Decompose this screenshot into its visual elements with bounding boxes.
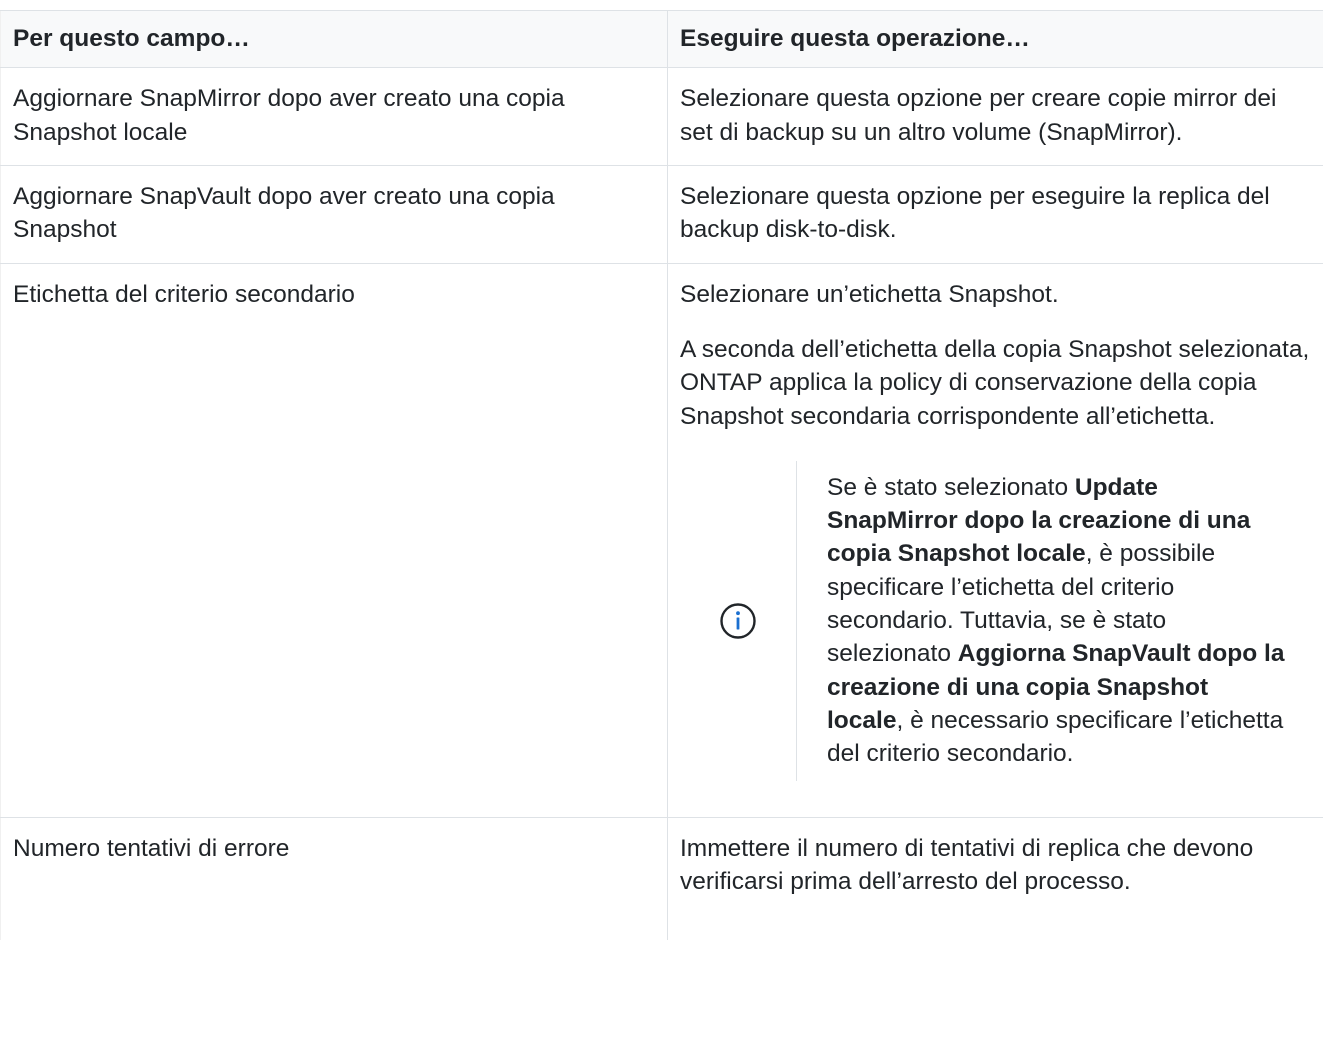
table-row: Etichetta del criterio secondario Selezi… [0, 262, 1323, 818]
options-table: Per questo campo… Eseguire questa operaz… [0, 9, 1323, 940]
field-cell: Aggiornare SnapVault dopo aver creato un… [0, 164, 668, 264]
table-row: Numero tentativi di errore Immettere il … [0, 816, 1323, 940]
field-cell: Aggiornare SnapMirror dopo aver creato u… [0, 67, 668, 166]
column-header-field: Per questo campo… [0, 9, 668, 69]
field-cell: Numero tentativi di errore [0, 816, 668, 940]
info-icon [719, 602, 757, 640]
table-row: Aggiornare SnapMirror dopo aver creato u… [0, 67, 1323, 166]
info-note: Se è stato selezionato Update SnapMirror… [680, 460, 1312, 781]
field-cell: Etichetta del criterio secondario [0, 262, 668, 818]
column-header-action: Eseguire questa operazione… [667, 9, 1323, 69]
action-cell: Selezionare un’etichetta Snapshot. A sec… [667, 262, 1323, 818]
note-icon-column [680, 460, 797, 781]
action-cell: Selezionare questa opzione per creare co… [667, 67, 1323, 166]
action-cell: Selezionare questa opzione per eseguire … [667, 164, 1323, 264]
action-cell: Immettere il numero di tentativi di repl… [667, 816, 1323, 940]
table-header-row: Per questo campo… Eseguire questa operaz… [0, 9, 1323, 69]
action-paragraph: Selezionare un’etichetta Snapshot. [680, 280, 1059, 308]
action-paragraph: A seconda dell’etichetta della copia Sna… [680, 335, 1310, 430]
table-row: Aggiornare SnapVault dopo aver creato un… [0, 164, 1323, 264]
note-text: Se è stato selezionato Update SnapMirror… [827, 473, 1285, 768]
